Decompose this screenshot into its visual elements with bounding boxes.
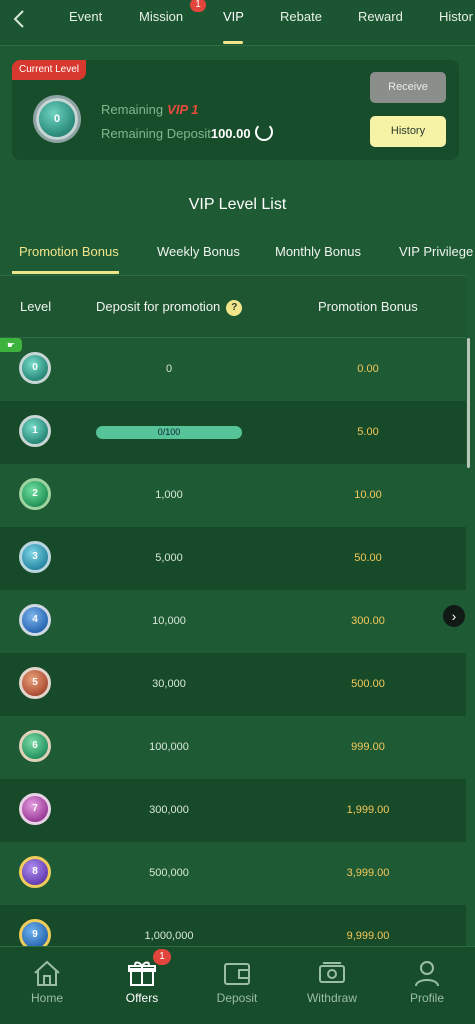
wallet-icon bbox=[224, 963, 250, 985]
bonus-value: 3,999.00 bbox=[346, 867, 390, 879]
scrollbar[interactable] bbox=[467, 338, 470, 468]
level-4-icon: 4 bbox=[19, 604, 51, 636]
table-row: 5 30,000 500.00 bbox=[0, 653, 466, 716]
remaining-vip-text: Remaining VIP 1 bbox=[101, 102, 199, 117]
deposit-value: 300,000 bbox=[149, 804, 189, 816]
subtab-monthly-bonus[interactable]: Monthly Bonus bbox=[275, 244, 361, 259]
tab-rebate[interactable]: Rebate bbox=[280, 9, 322, 24]
current-level-card: Current Level 0 Remaining VIP 1 Remaining… bbox=[12, 60, 459, 160]
deposit-value: 500,000 bbox=[149, 867, 189, 879]
deposit-value: 5,000 bbox=[155, 552, 183, 564]
bonus-value: 1,999.00 bbox=[346, 804, 390, 816]
table-row: 6 100,000 999.00 bbox=[0, 716, 466, 779]
nav-offers[interactable]: Offers bbox=[107, 959, 177, 1005]
tab-history[interactable]: Histor bbox=[439, 9, 473, 24]
table-row: 8 500,000 3,999.00 bbox=[0, 842, 466, 905]
bonus-value: 999.00 bbox=[351, 741, 385, 753]
tab-mission[interactable]: Mission bbox=[139, 9, 183, 24]
history-button[interactable]: History bbox=[370, 116, 446, 147]
gift-icon bbox=[128, 961, 156, 986]
current-level-tag: Current Level bbox=[12, 60, 87, 80]
tab-reward[interactable]: Reward bbox=[358, 9, 403, 24]
level-7-icon: 7 bbox=[19, 793, 51, 825]
level-8-icon: 8 bbox=[19, 856, 51, 888]
nav-profile[interactable]: Profile bbox=[392, 959, 462, 1005]
deposit-value: 30,000 bbox=[152, 678, 186, 690]
level-6-icon: 6 bbox=[19, 730, 51, 762]
tab-vip[interactable]: VIP bbox=[223, 9, 244, 24]
bonus-value: 10.00 bbox=[354, 489, 382, 501]
refresh-icon[interactable] bbox=[255, 123, 273, 141]
header-deposit: Deposit for promotion? bbox=[96, 299, 243, 316]
deposit-value: 10,000 bbox=[152, 615, 186, 627]
subtab-promotion-bonus[interactable]: Promotion Bonus bbox=[19, 244, 119, 259]
top-nav: Event Mission 1 VIP Rebate Reward Histor bbox=[0, 0, 475, 46]
current-level-pointer-icon: ☛ bbox=[0, 338, 22, 352]
header-bonus: Promotion Bonus bbox=[318, 299, 418, 314]
back-icon[interactable] bbox=[12, 8, 30, 30]
header-level: Level bbox=[20, 299, 52, 314]
subtab-weekly-bonus[interactable]: Weekly Bonus bbox=[157, 244, 240, 259]
table-row: 3 5,000 50.00 bbox=[0, 527, 466, 590]
deposit-progress-bar: 0/100 bbox=[96, 426, 242, 439]
active-tab-indicator bbox=[223, 41, 243, 44]
level-1-icon: 1 bbox=[19, 415, 51, 447]
chevron-right-icon[interactable]: › bbox=[443, 605, 465, 627]
level-2-icon: 2 bbox=[19, 478, 51, 510]
deposit-value: 0 bbox=[165, 363, 173, 375]
bonus-value: 0.00 bbox=[357, 363, 379, 375]
help-icon[interactable]: ? bbox=[226, 299, 243, 316]
level-3-icon: 3 bbox=[19, 541, 51, 573]
bonus-value: 9,999.00 bbox=[346, 930, 390, 942]
home-icon bbox=[34, 960, 60, 986]
table-row: 4 10,000 300.00 bbox=[0, 590, 466, 653]
subtab-indicator bbox=[12, 271, 119, 274]
cash-icon bbox=[319, 962, 345, 983]
bonus-value: 300.00 bbox=[351, 615, 385, 627]
offers-badge: 1 bbox=[153, 949, 171, 965]
receive-button[interactable]: Receive bbox=[370, 72, 446, 103]
vip-badge-icon: 0 bbox=[36, 98, 78, 140]
bonus-value: 50.00 bbox=[354, 552, 382, 564]
nav-home[interactable]: Home bbox=[12, 959, 82, 1005]
table-row: 2 1,000 10.00 bbox=[0, 464, 466, 527]
vip-level-list-title: VIP Level List bbox=[188, 196, 287, 213]
nav-deposit[interactable]: Deposit bbox=[202, 959, 272, 1005]
deposit-value: 100,000 bbox=[149, 741, 189, 753]
bottom-nav: Home Offers 1 Deposit Withdraw Profile bbox=[0, 946, 475, 1024]
user-icon bbox=[415, 961, 439, 987]
remaining-deposit-text: Remaining Deposit100.00 bbox=[101, 126, 251, 141]
deposit-value: 1,000,000 bbox=[144, 930, 194, 942]
bonus-value: 5.00 bbox=[357, 426, 379, 438]
table-row: 0 0 0.00 bbox=[0, 338, 466, 401]
tab-event[interactable]: Event bbox=[69, 9, 102, 24]
subtab-vip-privilege[interactable]: VIP Privilege bbox=[399, 244, 473, 259]
table-row: 1 0/100 5.00 bbox=[0, 401, 466, 464]
nav-withdraw[interactable]: Withdraw bbox=[297, 959, 367, 1005]
level-0-icon: 0 bbox=[19, 352, 51, 384]
bonus-value: 500.00 bbox=[351, 678, 385, 690]
table-header: Level Deposit for promotion? Promotion B… bbox=[0, 275, 466, 338]
table-row: 7 300,000 1,999.00 bbox=[0, 779, 466, 842]
deposit-value: 1,000 bbox=[155, 489, 183, 501]
level-5-icon: 5 bbox=[19, 667, 51, 699]
mission-badge: 1 bbox=[190, 0, 206, 12]
